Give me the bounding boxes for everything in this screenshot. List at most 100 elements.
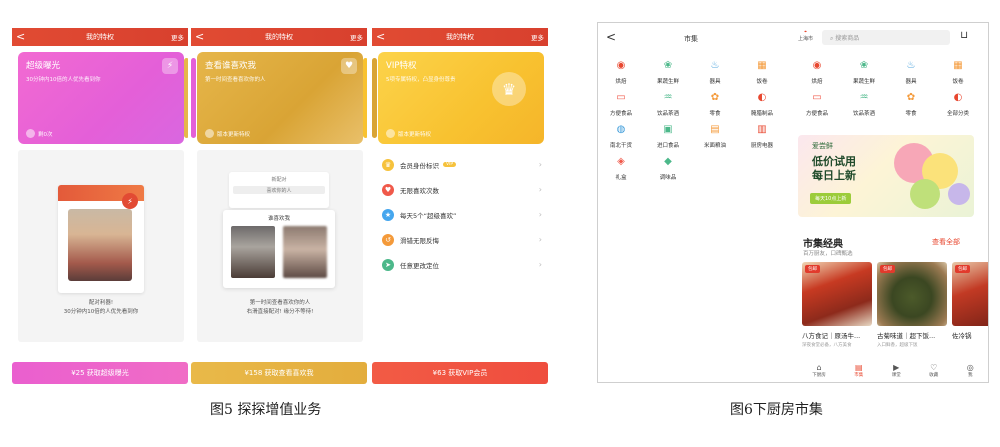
category-icon: ♨ xyxy=(710,60,720,71)
market-header: < 市集 ⌖ 上海市 ⌕ 搜索商品 ⊔ xyxy=(598,23,988,53)
category-icon: ▦ xyxy=(953,60,963,71)
lightning-icon: ⚡ xyxy=(162,58,178,74)
more-link[interactable]: 更多 xyxy=(171,32,184,42)
avatar xyxy=(26,129,35,138)
perk-item[interactable]: ★ 每天5个“超级喜欢” › xyxy=(378,202,544,227)
category-item[interactable]: ◉ 烘焙 xyxy=(798,59,836,85)
chevron-right-icon: › xyxy=(538,260,542,269)
category-item[interactable]: ✿ 零食 xyxy=(892,91,930,117)
category-label: 器具 xyxy=(905,79,917,85)
product-card[interactable]: 包邮 佐冷锅 xyxy=(952,262,988,340)
back-icon[interactable]: < xyxy=(195,30,204,44)
tab-me[interactable]: ◎ 我 xyxy=(967,363,974,378)
banner-button[interactable]: 每天10点上新 xyxy=(810,193,852,204)
vip-card[interactable]: VIP特权 5项专属特权，凸显身份尊贵 ♛ 版本更新特权 xyxy=(378,52,544,144)
figure-6-caption: 图6下厨房市集 xyxy=(730,402,823,418)
card-title: VIP特权 xyxy=(386,61,417,71)
category-item[interactable]: ▭ 方便食品 xyxy=(602,91,640,117)
category-item[interactable]: ◈ 礼盒 xyxy=(602,155,640,181)
feature-illustration: 新配对 喜欢你的人 谁喜欢我 第一时间查看喜欢你的人 右滑直接配对! 缘分不等待… xyxy=(197,150,363,342)
star-icon: ★ xyxy=(382,208,394,221)
category-label: 腌腊制品 xyxy=(750,111,773,117)
category-icon: ◈ xyxy=(617,156,625,167)
top-bar: < 我的特权 更多 xyxy=(372,28,548,46)
super-exposure-card[interactable]: 超级曝光 30分钟内10倍的人优先看到你 ⚡ 剩0次 xyxy=(18,52,184,144)
more-link[interactable]: 更多 xyxy=(531,32,544,42)
buy-who-likes-me-button[interactable]: ¥158 获取查看喜欢我 xyxy=(191,362,367,384)
banner-line2: 每日上新 xyxy=(812,169,856,182)
category-item[interactable]: ❀ 果蔬生鲜 xyxy=(845,59,883,85)
perk-item[interactable]: ♛ 会员身份标识 VIP › xyxy=(378,152,544,177)
match-preview-sub: 喜欢你的人 xyxy=(266,188,292,194)
product-tag: 包邮 xyxy=(805,265,820,273)
location-arrow-icon: ➤ xyxy=(382,258,394,271)
category-item[interactable]: ❀ 果蔬生鲜 xyxy=(649,59,687,85)
decor-fruit xyxy=(948,183,970,205)
category-item[interactable]: ▥ 厨房电器 xyxy=(743,123,781,149)
category-item[interactable]: ♒ 饮品茶酒 xyxy=(845,91,883,117)
category-item[interactable]: ♨ 器具 xyxy=(892,59,930,85)
product-card[interactable]: 包邮 八方食记｜原汤牛... 深夜食堂必备，八方美食 xyxy=(802,262,872,348)
perk-label: 滑错无限反悔 xyxy=(400,236,439,245)
category-icon: ◉ xyxy=(616,60,626,71)
category-label: 饮品茶酒 xyxy=(656,111,679,117)
category-item[interactable]: ◆ 调味品 xyxy=(649,155,687,181)
category-icon: ❀ xyxy=(663,60,673,71)
tab-kitchen[interactable]: ⌂ 下厨房 xyxy=(812,363,826,378)
buy-vip-button[interactable]: ¥63 获取VIP会员 xyxy=(372,362,548,384)
category-icon: ▤ xyxy=(710,124,720,135)
category-icon: ✿ xyxy=(906,92,916,103)
location-selector[interactable]: ⌖ 上海市 xyxy=(798,29,813,43)
product-card[interactable]: 包邮 古菊味道｜超下饭... 入口鲜香，超级下饭 xyxy=(877,262,947,348)
chevron-right-icon: › xyxy=(538,185,542,194)
perk-item[interactable]: ➤ 任意更改定位 › xyxy=(378,252,544,277)
category-item[interactable]: ▦ 饭卷 xyxy=(743,59,781,85)
back-icon[interactable]: < xyxy=(606,30,616,44)
tab-class[interactable]: ▶ 课堂 xyxy=(892,363,901,378)
category-item[interactable]: ▦ 饭卷 xyxy=(939,59,977,85)
play-icon: ▶ xyxy=(893,362,900,372)
more-link[interactable]: 更多 xyxy=(350,32,363,42)
search-input[interactable]: ⌕ 搜索商品 xyxy=(822,30,950,45)
buy-super-exposure-button[interactable]: ¥25 获取超级曝光 xyxy=(12,362,188,384)
category-item[interactable]: ✿ 零食 xyxy=(696,91,734,117)
category-item[interactable]: ♨ 器具 xyxy=(696,59,734,85)
category-label: 烘焙 xyxy=(615,79,627,85)
view-all-link[interactable]: 查看全部 xyxy=(932,237,960,247)
category-item[interactable]: ▣ 进口食品 xyxy=(649,123,687,149)
category-item[interactable]: ▤ 米面粮油 xyxy=(696,123,734,149)
card-title: 超级曝光 xyxy=(26,61,61,71)
tab-favorites[interactable]: ♡ 收藏 xyxy=(929,363,938,378)
card-subtitle: 第一时间查看喜欢你的人 xyxy=(205,77,266,83)
who-likes-me-card[interactable]: 查看谁喜欢我 第一时间查看喜欢你的人 ♥ 版本更新特权 xyxy=(197,52,363,144)
category-icon: ♒ xyxy=(859,92,869,103)
banner-line1: 低价试用 xyxy=(812,155,856,168)
category-item[interactable]: ◉ 烘焙 xyxy=(602,59,640,85)
feature-caption-line2: 30分钟内10倍的人优先看到你 xyxy=(63,309,139,315)
search-placeholder: 搜索商品 xyxy=(835,35,860,42)
back-icon[interactable]: < xyxy=(376,30,385,44)
prev-card-peek xyxy=(191,58,196,138)
category-item[interactable]: ◐ 全部分类 xyxy=(939,91,977,117)
category-item[interactable]: ◐ 腌腊制品 xyxy=(743,91,781,117)
category-label: 饭卷 xyxy=(952,79,964,85)
promo-banner[interactable]: 爱尝鲜 低价试用 每日上新 每天10点上新 xyxy=(798,135,974,217)
chat-bubble-icon: ♥ xyxy=(341,58,357,74)
phone-screen-super-exposure: < 我的特权 更多 超级曝光 30分钟内10倍的人优先看到你 ⚡ 剩0次 ⚡ 配… xyxy=(12,28,188,384)
feature-caption-line1: 第一时间查看喜欢你的人 xyxy=(249,300,311,306)
liker-photo-blurred xyxy=(283,226,327,278)
next-card-peek xyxy=(363,58,367,138)
perk-item[interactable]: ♥ 无限喜欢次数 › xyxy=(378,177,544,202)
perk-item[interactable]: ↺ 滑错无限反悔 › xyxy=(378,227,544,252)
feature-illustration: ⚡ 配对利器! 30分钟内10倍的人优先看到你 xyxy=(18,150,184,342)
product-image: 包邮 xyxy=(877,262,947,326)
cart-icon[interactable]: ⊔ xyxy=(960,30,968,41)
category-item[interactable]: ▭ 方便食品 xyxy=(798,91,836,117)
category-icon: ▦ xyxy=(757,60,767,71)
tab-label: 市集 xyxy=(854,372,864,378)
tab-market[interactable]: ▤ 市集 xyxy=(854,363,863,378)
category-item[interactable]: ♒ 饮品茶酒 xyxy=(649,91,687,117)
category-item[interactable]: ◍ 南北干货 xyxy=(602,123,640,149)
category-label: 方便食品 xyxy=(609,111,632,117)
back-icon[interactable]: < xyxy=(16,30,25,44)
